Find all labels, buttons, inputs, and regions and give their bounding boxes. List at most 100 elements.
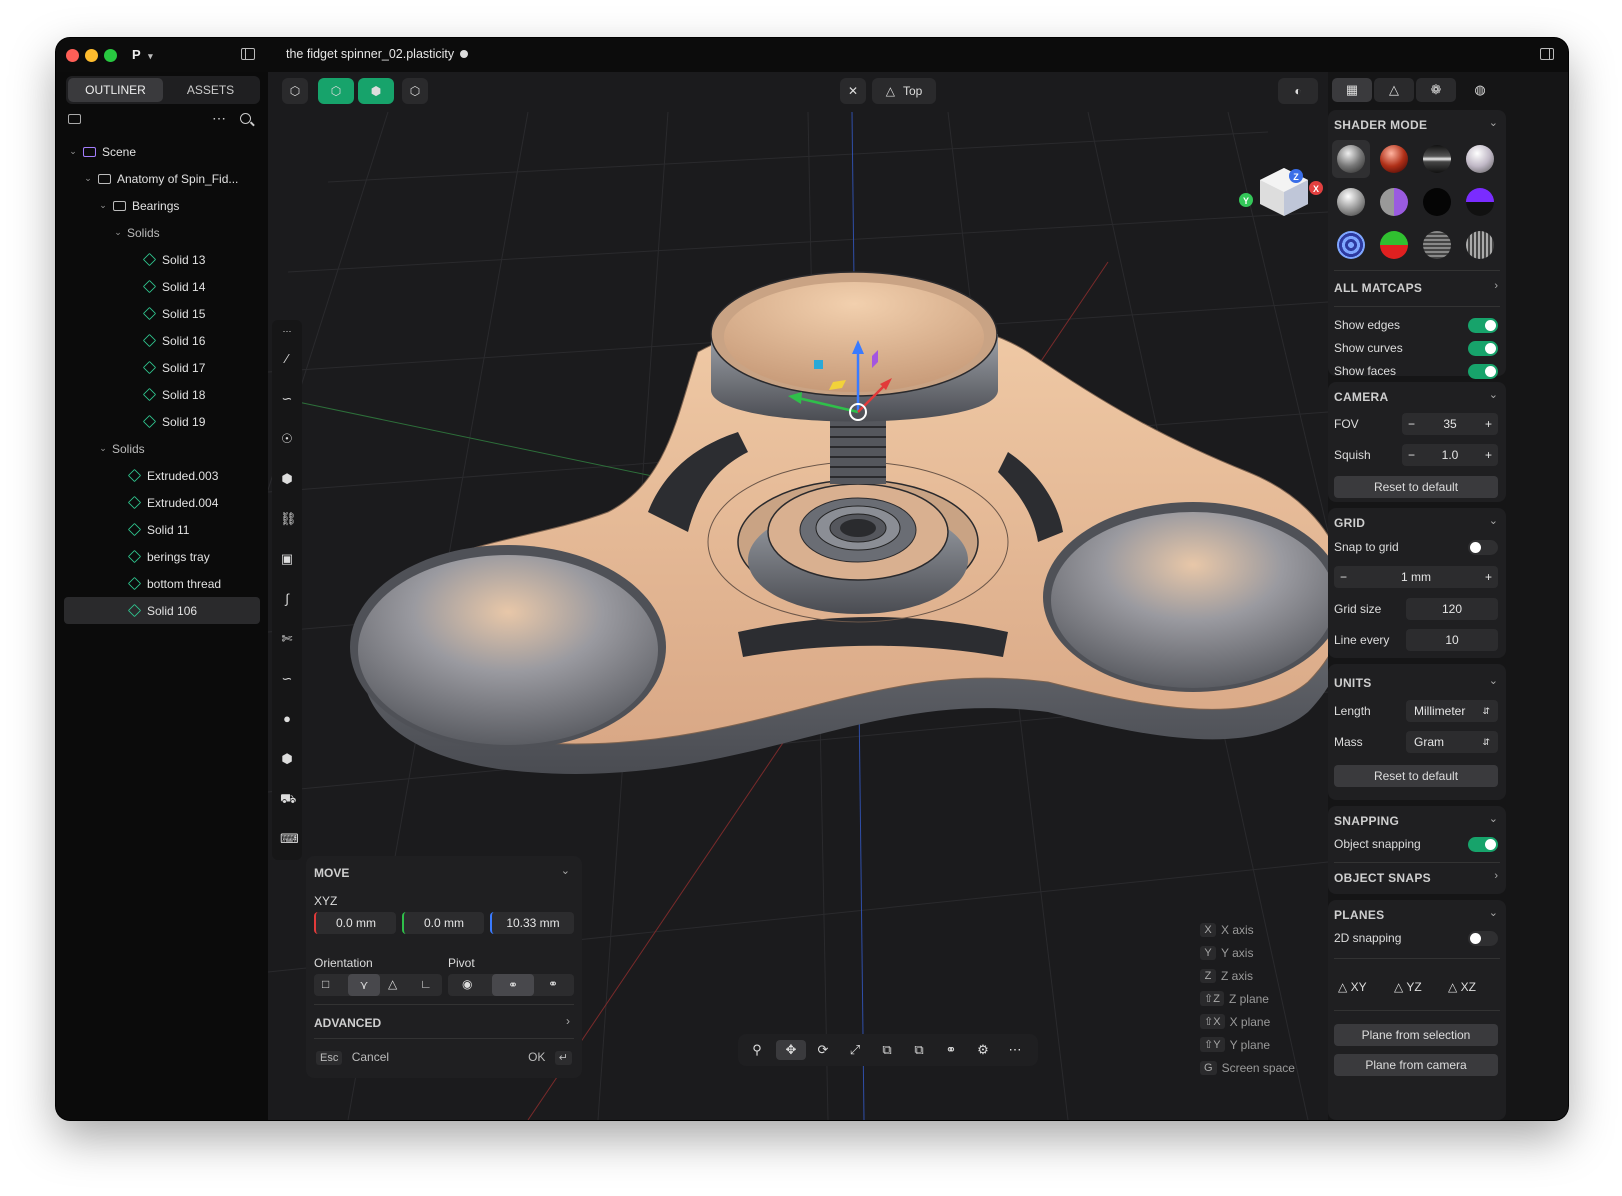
fov-stepper[interactable]: − 35 + xyxy=(1402,413,1498,435)
matcap-silver-sphere[interactable] xyxy=(1337,188,1365,216)
select-mode-solid-button[interactable]: ⬡ xyxy=(402,78,428,104)
outliner-solid-item[interactable]: Solid 19 xyxy=(64,408,260,435)
text-tool-icon[interactable]: ⌨ xyxy=(280,832,299,846)
circle-tool-icon[interactable]: ☉ xyxy=(280,432,294,446)
more-icon[interactable]: ⋯ xyxy=(212,110,226,127)
decrement-icon[interactable]: − xyxy=(1408,417,1415,431)
search-icon[interactable]: ⚲ xyxy=(746,1040,768,1060)
increment-icon[interactable]: + xyxy=(1485,448,1492,462)
plane-from-camera-button[interactable]: Plane from camera xyxy=(1334,1054,1498,1076)
sweep-tool-icon[interactable]: ∽ xyxy=(280,672,294,686)
outliner-solid-item[interactable]: Extruded.004 xyxy=(64,489,260,516)
matcap-purple-sphere[interactable] xyxy=(1466,188,1494,216)
outliner-solid-item[interactable]: Extruded.003 xyxy=(64,462,260,489)
increment-icon[interactable]: + xyxy=(1485,417,1492,431)
line-every-input[interactable]: 10 xyxy=(1406,629,1498,651)
outliner-solid-item[interactable]: Solid 17 xyxy=(64,354,260,381)
move-x-input[interactable]: 0.0 mm xyxy=(314,912,396,934)
move-y-input[interactable]: 0.0 mm xyxy=(402,912,484,934)
orient-normal-icon[interactable]: ⋎ xyxy=(348,974,380,996)
plane-from-selection-button[interactable]: Plane from selection xyxy=(1334,1024,1498,1046)
scale-tool-icon[interactable]: ⤢ xyxy=(844,1040,866,1060)
chevron-down-icon[interactable]: ⌄ xyxy=(113,227,123,238)
select-mode-vertex-button[interactable]: ⬡ xyxy=(282,78,308,104)
boolean-tool-icon[interactable]: ⚙ xyxy=(972,1040,994,1060)
matcap-chrome-sphere[interactable] xyxy=(1423,145,1451,173)
new-folder-icon[interactable] xyxy=(68,114,81,124)
drag-handle-icon[interactable]: ⋯ xyxy=(280,324,294,338)
chevron-down-icon[interactable]: ⌄ xyxy=(1489,812,1498,825)
close-view-button[interactable]: ✕ xyxy=(840,78,866,104)
ok-button[interactable]: OK ↵ xyxy=(528,1050,572,1065)
sidebar-toggle-icon[interactable] xyxy=(241,48,255,60)
orient-custom-icon[interactable]: ∟ xyxy=(420,977,432,991)
pivot-link-icon[interactable]: ⚭ xyxy=(492,974,534,996)
rotate-tool-icon[interactable]: ⟳ xyxy=(812,1040,834,1060)
matcap-grey-sphere[interactable] xyxy=(1337,145,1365,173)
matcap-stripes-sphere[interactable] xyxy=(1423,231,1451,259)
advanced-section[interactable]: ADVANCED › xyxy=(314,1014,574,1034)
outliner-folder-item[interactable]: ⌄ Anatomy of Spin_Fid... xyxy=(64,165,260,192)
offset-tool-icon[interactable]: ⧉ xyxy=(876,1040,898,1060)
increment-icon[interactable]: + xyxy=(1485,570,1492,584)
xray-toggle-button[interactable]: ◐ xyxy=(1278,78,1318,104)
overlay-button[interactable]: ◍ xyxy=(1466,78,1494,102)
snap-to-grid-toggle[interactable] xyxy=(1468,540,1498,555)
line-tool-icon[interactable]: ∕ xyxy=(280,352,294,366)
link-tool-icon[interactable]: ⚭ xyxy=(940,1040,962,1060)
cancel-button[interactable]: Esc Cancel xyxy=(316,1050,389,1065)
units-reset-button[interactable]: Reset to default xyxy=(1334,765,1498,787)
shell-tool-icon[interactable]: ⛓ xyxy=(280,512,297,526)
chevron-down-icon[interactable]: ⌄ xyxy=(98,443,108,454)
outliner-solid-item[interactable]: Solid 14 xyxy=(64,273,260,300)
app-menu[interactable]: P ▾ xyxy=(132,47,153,62)
move-z-input[interactable]: 10.33 mm xyxy=(490,912,574,934)
chevron-down-icon[interactable]: ⌄ xyxy=(1489,116,1498,129)
outliner-solid-item[interactable]: Solid 13 xyxy=(64,246,260,273)
display-toggle[interactable] xyxy=(1468,318,1498,333)
outliner-folder-item[interactable]: ⌄ Bearings xyxy=(64,192,260,219)
spiral-tool-icon[interactable]: ∫ xyxy=(280,592,294,606)
grid-step-stepper[interactable]: − 1 mm + xyxy=(1334,566,1498,588)
select-mode-edge-button[interactable]: ⬡ xyxy=(318,78,354,104)
close-window-button[interactable] xyxy=(66,49,79,62)
3d-viewport[interactable]: Z X Y ⬡ ⬡ ⬢ ⬡ ✕ △ Top ◐ ⋯ ∕ ∽ ☉ ⬢ ⛓ ▣ ∫ xyxy=(268,72,1328,1120)
axes-view-button[interactable]: △ xyxy=(1374,78,1414,102)
object-snaps-row[interactable]: OBJECT SNAPS › xyxy=(1328,868,1506,890)
outliner-folder-item[interactable]: ⌄ Solids xyxy=(64,219,260,246)
fidget-spinner-model[interactable] xyxy=(350,271,1328,774)
all-matcaps-row[interactable]: ALL MATCAPS › xyxy=(1328,276,1506,300)
chevron-down-icon[interactable]: ⌄ xyxy=(1489,906,1498,919)
outliner-solid-item[interactable]: Solid 11 xyxy=(64,516,260,543)
outliner-solid-item[interactable]: Solid 16 xyxy=(64,327,260,354)
view-selector[interactable]: △ Top xyxy=(872,78,936,104)
minimize-window-button[interactable] xyxy=(85,49,98,62)
plane-yz-button[interactable]: △ YZ xyxy=(1394,980,1422,994)
outliner-solid-item[interactable]: berings tray xyxy=(64,543,260,570)
chevron-down-icon[interactable]: ⌄ xyxy=(98,200,108,211)
matcap-vstripes-sphere[interactable] xyxy=(1466,231,1494,259)
outliner-folder-item[interactable]: ⌄ Solids xyxy=(64,435,260,462)
display-toggle[interactable] xyxy=(1468,341,1498,356)
polygon-tool-icon[interactable]: ⬢ xyxy=(280,472,294,486)
render-view-button[interactable]: ❁ xyxy=(1416,78,1456,102)
matcap-red-sphere[interactable] xyxy=(1380,145,1408,173)
select-mode-face-button[interactable]: ⬢ xyxy=(358,78,394,104)
matcap-redgreen-sphere[interactable] xyxy=(1380,231,1408,259)
decrement-icon[interactable]: − xyxy=(1340,570,1347,584)
outliner-solid-item[interactable]: Solid 18 xyxy=(64,381,260,408)
2d-snapping-toggle[interactable] xyxy=(1468,931,1498,946)
decrement-icon[interactable]: − xyxy=(1408,448,1415,462)
matcap-normal-sphere[interactable] xyxy=(1380,188,1408,216)
matcap-black-sphere[interactable] xyxy=(1423,188,1451,216)
chevron-down-icon[interactable]: ⌄ xyxy=(1489,514,1498,527)
matcap-rings-sphere[interactable] xyxy=(1337,231,1365,259)
cylinder-tool-icon[interactable]: ⛟ xyxy=(280,792,296,806)
plane-xy-button[interactable]: △ XY xyxy=(1338,980,1367,994)
squish-stepper[interactable]: − 1.0 + xyxy=(1402,444,1498,466)
cut-tool-icon[interactable]: ✄ xyxy=(280,632,294,646)
grid-view-button[interactable]: ▦ xyxy=(1332,78,1372,102)
tab-assets[interactable]: ASSETS xyxy=(163,78,258,102)
grid-size-input[interactable]: 120 xyxy=(1406,598,1498,620)
curve-tool-icon[interactable]: ∽ xyxy=(280,392,294,406)
